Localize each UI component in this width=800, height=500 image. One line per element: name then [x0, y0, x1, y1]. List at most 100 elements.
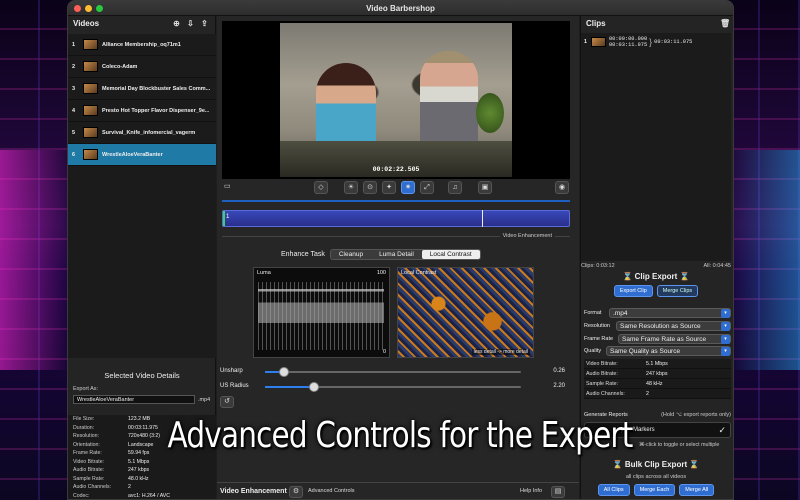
stat-key: Video Bitrate: — [586, 361, 618, 367]
background-glow-left — [0, 150, 70, 370]
export-name-field[interactable] — [73, 395, 195, 404]
help-info-icon[interactable]: ▤ — [551, 486, 565, 498]
merge-clips-button[interactable]: Merge Clips — [656, 285, 699, 297]
help-info-label[interactable]: Help Info — [520, 488, 542, 494]
chevron-down-icon: ▾ — [721, 309, 730, 318]
window-icon[interactable]: ▭ — [224, 182, 231, 190]
luma-scope-min: 0 — [382, 349, 386, 355]
close-window-button[interactable] — [74, 5, 81, 12]
clip-start-marker[interactable] — [223, 211, 225, 226]
radius-slider-knob[interactable] — [308, 382, 319, 392]
stat-row: Audio Channels: 2 — [584, 389, 731, 399]
section-label: Video Enhancement — [499, 233, 555, 239]
list-item[interactable]: 6 WrestleAloeVeraBanter — [68, 144, 216, 166]
trash-icon[interactable]: 🗑 — [720, 19, 730, 28]
timeline-overview[interactable] — [222, 200, 570, 202]
clip-thumbnail — [591, 36, 606, 47]
timeline-track[interactable]: 1 — [222, 210, 570, 227]
reset-icon[interactable]: ↺ — [220, 396, 234, 408]
tab-luma-detail[interactable]: Luma Detail — [371, 250, 422, 259]
brightness-icon[interactable]: ☀ — [344, 181, 358, 194]
advanced-controls-icon[interactable]: ⚙ — [289, 486, 303, 498]
bulk-export-title: ⌛ Bulk Clip Export ⌛ — [581, 460, 731, 469]
audio-icon[interactable]: ♫ — [448, 181, 462, 194]
merge-each-button[interactable]: Merge Each — [633, 484, 676, 496]
clips-summary: Clips: 0:03:12 All: 0:04:45 — [581, 263, 731, 269]
luma-scope-label: Luma — [257, 270, 271, 276]
stat-value: 5.1 Mbps — [646, 361, 668, 367]
export-stats: Video Bitrate: 5.1 Mbps Audio Bitrate: 247 … — [584, 359, 731, 399]
merge-all-button[interactable]: Merge All — [679, 484, 715, 496]
window-controls — [74, 5, 103, 12]
enhance-task-row: Enhance Task Cleanup Luma Detail Local Con… — [281, 249, 481, 260]
video-name: WrestleAloeVeraBanter — [102, 151, 163, 158]
video-player[interactable]: 00:02:22.505 — [222, 21, 570, 179]
list-item[interactable]: 1 Alliance Membership_oq71m1 — [68, 34, 216, 56]
radius-slider[interactable] — [265, 382, 521, 392]
video-number: 5 — [72, 129, 76, 136]
video-number: 6 — [72, 151, 76, 158]
detail-row: Sample Rate: 48.0 kHz — [68, 475, 216, 484]
zoom-icon[interactable]: ⊙ — [363, 181, 377, 194]
format-select[interactable]: .mp4 ▾ — [609, 308, 731, 318]
video-details: Selected Video Details Export As: .mp4 F… — [68, 371, 216, 499]
player-toolbar: ▭ ◇ ☀ ⊙ ✦ ✷ ⤢ ♫ ▣ ◉ — [222, 181, 570, 194]
download-icon[interactable]: ⇩ — [186, 19, 195, 28]
list-item[interactable]: 2 Coleco-Adam — [68, 56, 216, 78]
detail-value: 247 kbps — [128, 467, 150, 473]
resolution-select[interactable]: Same Resolution as Source ▾ — [616, 321, 731, 331]
add-video-icon[interactable]: ⊕ — [172, 19, 181, 28]
clips-header: Clips 🗑 — [581, 16, 733, 32]
luma-scope: Luma 100 0 — [253, 267, 390, 358]
detail-row: Audio Bitrate: 247 kbps — [68, 466, 216, 475]
stat-value: 48 kHz — [646, 381, 663, 387]
clip-export-title: ⌛ Clip Export ⌛ — [581, 272, 731, 281]
enhance-icon[interactable]: ✷ — [401, 181, 415, 194]
video-number: 4 — [72, 107, 76, 114]
clips-total: Clips: 0:03:12 — [581, 263, 615, 269]
lc-scope-hint: less detail -> more detail — [471, 349, 530, 355]
window-title: Video Barbershop — [366, 4, 435, 13]
playhead[interactable] — [482, 210, 483, 227]
tab-local-contrast[interactable]: Local Contrast — [421, 250, 480, 259]
advanced-controls-label[interactable]: Advanced Controls — [308, 488, 354, 494]
quality-select[interactable]: Same Quality as Source ▾ — [606, 346, 731, 356]
resolution-value: Same Resolution as Source — [620, 323, 701, 330]
clip-times: 00:00:00.000 00:03:11.975 — [609, 36, 647, 48]
detail-key: Codec: — [73, 492, 90, 499]
crop-icon[interactable]: ⤢ — [420, 181, 434, 194]
all-clips-button[interactable]: All Clips — [597, 484, 630, 496]
list-item[interactable]: 3 Memorial Day Blockbuster Sales Comm... — [68, 78, 216, 100]
quality-label: Quality — [584, 348, 602, 354]
luma-waveform — [258, 282, 384, 350]
video-thumbnail — [83, 149, 98, 160]
list-item[interactable]: 4 Presto Hot Topper Flavor Dispenser_9e..… — [68, 100, 216, 122]
stat-row: Audio Bitrate: 247 kbps — [584, 369, 731, 379]
list-item[interactable]: 5 Survival_Knife_infomercial_vagerm — [68, 122, 216, 144]
sparkle-icon[interactable]: ✦ — [382, 181, 396, 194]
tag-icon[interactable]: ◇ — [314, 181, 328, 194]
video-number: 3 — [72, 85, 76, 92]
enhance-task-tabs: Cleanup Luma Detail Local Contrast — [329, 249, 481, 260]
minimize-window-button[interactable] — [85, 5, 92, 12]
unsharp-value: 0.26 — [553, 368, 565, 374]
anchor-woman-figure — [316, 63, 376, 153]
unsharp-slider-knob[interactable] — [279, 367, 290, 377]
tab-cleanup[interactable]: Cleanup — [331, 250, 371, 259]
film-icon[interactable]: ▣ — [478, 181, 492, 194]
bulk-icon-left: ⌛ — [612, 460, 623, 469]
detail-value: 2 — [128, 484, 131, 490]
zoom-window-button[interactable] — [96, 5, 103, 12]
framerate-select[interactable]: Same Frame Rate as Source ▾ — [618, 334, 731, 344]
chevron-down-icon: ▾ — [721, 335, 730, 344]
share-icon[interactable]: ⇪ — [200, 19, 209, 28]
camera-icon[interactable]: ◉ — [555, 181, 569, 194]
bulk-export-subtitle: all clips across all videos — [625, 474, 687, 480]
detail-row: Audio Channels: 2 — [68, 483, 216, 492]
clip-end: 00:03:11.975 — [609, 41, 648, 48]
detail-value: 5.1 Mbps — [128, 458, 150, 465]
video-name: Presto Hot Topper Flavor Dispenser_9e... — [102, 107, 210, 114]
unsharp-slider[interactable] — [265, 367, 521, 377]
clip-row[interactable]: 1 00:00:00.000 00:03:11.975} 00:03:11.975 — [581, 33, 731, 50]
export-clip-button[interactable]: Export Clip — [613, 285, 653, 297]
